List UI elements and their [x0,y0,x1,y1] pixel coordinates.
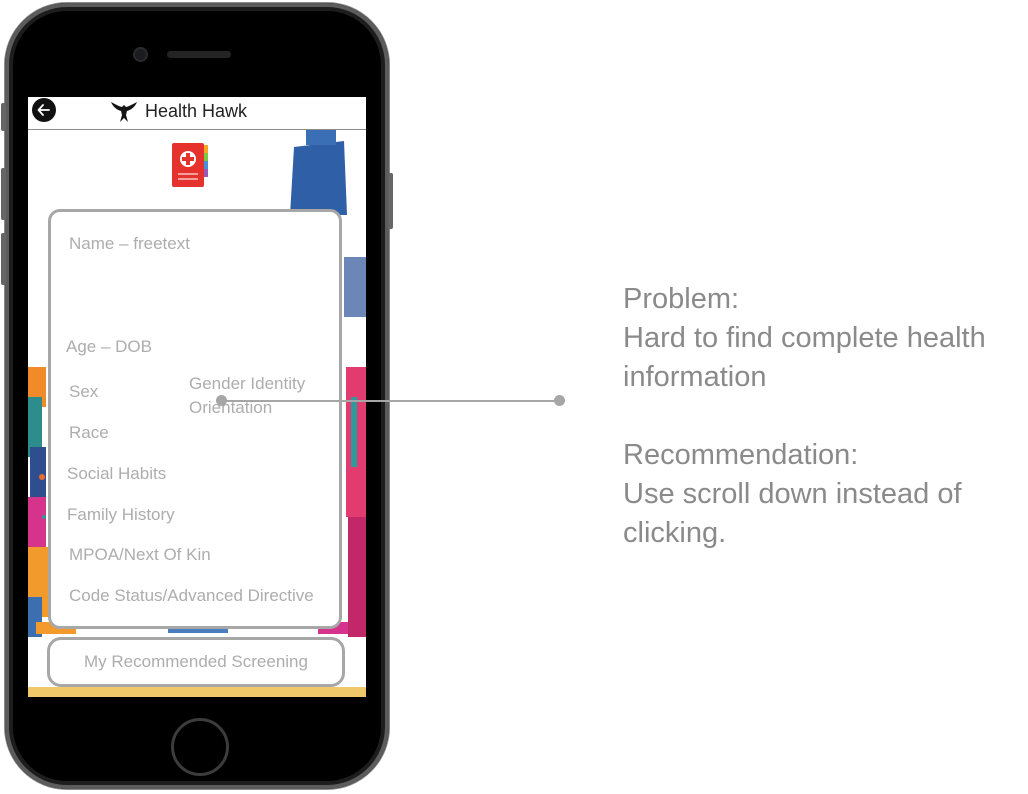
age-dob-field[interactable]: Age – DOB [66,337,152,357]
race-field[interactable]: Race [69,423,109,443]
hawk-logo-icon [111,102,137,122]
personal-info-form: Name – freetext Age – DOB Sex Gender Ide… [48,209,342,629]
back-arrow-icon [37,104,50,116]
problem-heading: Problem: [623,283,740,315]
mute-switch [1,103,6,131]
recommendation-heading: Recommendation: [623,439,859,471]
app-screen: Health Hawk Name – freetext Age – DOB Se… [28,97,366,697]
recommendation-text-line1: Use scroll down instead of [623,478,962,510]
earpiece-speaker [167,51,231,58]
social-habits-field[interactable]: Social Habits [67,464,166,484]
volume-up-button [1,168,6,220]
mpoa-next-of-kin-field[interactable]: MPOA/Next Of Kin [69,545,211,565]
volume-down-button [1,233,6,285]
app-header: Health Hawk [28,97,366,130]
recommendation-note: Recommendation: Use scroll down instead … [623,436,962,553]
problem-text-line1: Hard to find complete health [623,322,986,354]
problem-note: Problem: Hard to find complete health in… [623,280,986,397]
code-status-field[interactable]: Code Status/Advanced Directive [69,586,314,606]
sex-field[interactable]: Sex [69,382,98,402]
name-field[interactable]: Name – freetext [69,234,190,254]
recommendation-text-line2: clicking. [623,517,727,549]
home-button[interactable] [171,718,229,776]
back-button[interactable] [32,98,56,122]
problem-text-line2: information [623,361,767,393]
annotation-pointer-start-dot [216,395,227,406]
power-button [388,173,393,229]
recommended-screening-button[interactable]: My Recommended Screening [47,637,345,687]
medical-record-icon [172,143,208,187]
gender-orientation-field[interactable]: Gender Identity Orientation [189,372,305,420]
annotation-pointer-end-dot [554,395,565,406]
app-title: Health Hawk [145,101,248,121]
family-history-field[interactable]: Family History [67,505,175,525]
gender-identity-label: Gender Identity [189,374,306,393]
annotation-pointer-line [221,400,560,402]
front-camera [135,49,146,60]
